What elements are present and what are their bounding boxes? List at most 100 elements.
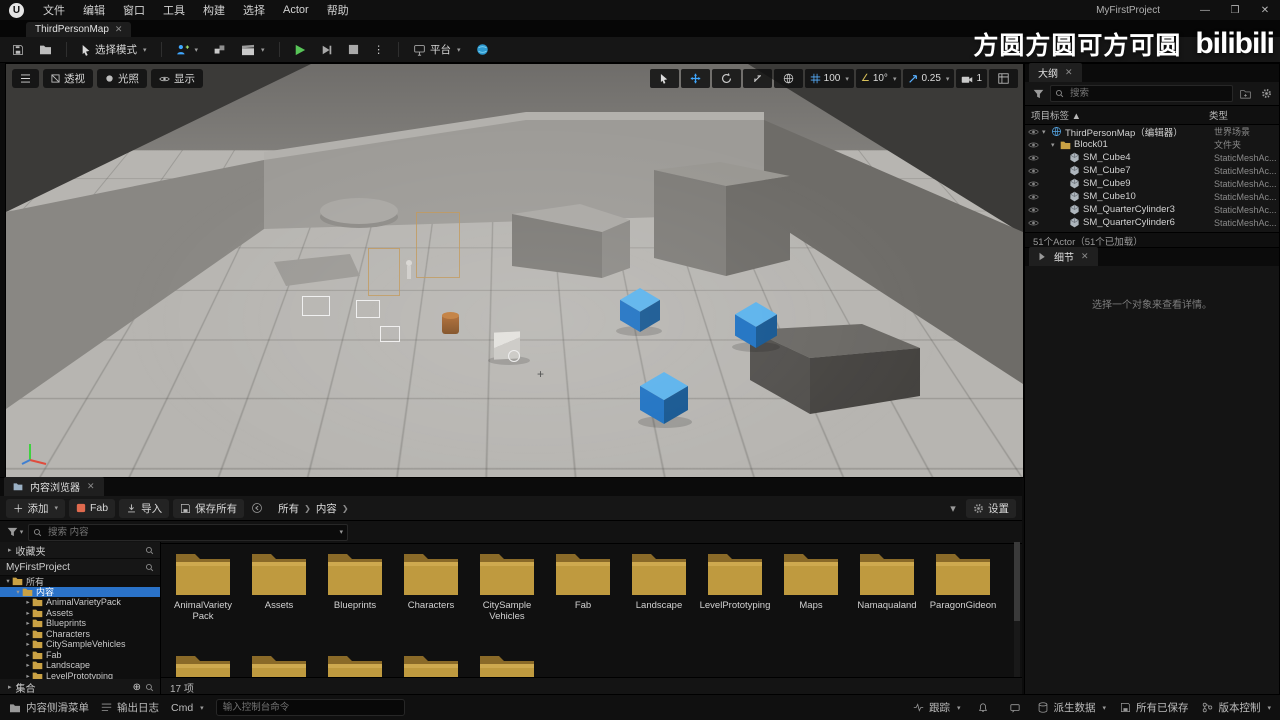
visibility-eye-icon[interactable] (1028, 154, 1042, 162)
expand-arrow-icon[interactable]: ▸ (24, 651, 32, 659)
tree-item-Landscape[interactable]: ▸ Landscape (0, 660, 160, 671)
collections-search-icon[interactable] (145, 683, 154, 692)
visibility-eye-icon[interactable] (1028, 180, 1042, 188)
expand-arrow-icon[interactable]: ▸ (24, 598, 32, 606)
outliner-search-input[interactable] (1068, 87, 1228, 100)
folder-item-Maps[interactable]: Maps (773, 542, 849, 622)
tree-item-Fab[interactable]: ▸ Fab (0, 650, 160, 661)
search-options-caret[interactable]: ▾ (339, 528, 343, 536)
maximize-viewport-button[interactable] (989, 69, 1018, 88)
outliner-header[interactable]: 项目标签 ▲ 类型 (1025, 105, 1279, 125)
folder-item-partial[interactable] (165, 644, 241, 678)
menu-item-Actor[interactable]: Actor (274, 0, 318, 20)
tab-close-icon[interactable]: ✕ (87, 481, 95, 492)
tab-close-icon[interactable]: ✕ (1081, 251, 1089, 262)
camera-speed-button[interactable]: 1 (956, 69, 987, 88)
blueprints-button[interactable] (207, 39, 232, 60)
rotate-tool-button[interactable] (711, 69, 741, 88)
menu-item-文件[interactable]: 文件 (34, 0, 74, 20)
select-tool-button[interactable] (649, 69, 679, 88)
filter-icon[interactable] (1029, 86, 1047, 101)
scale-tool-button[interactable] (742, 69, 772, 88)
revision-control-button[interactable]: 版本控制 ▾ (1202, 700, 1271, 715)
outliner-search-box[interactable] (1050, 85, 1233, 102)
history-back-icon[interactable] (248, 501, 266, 516)
folder-item-LevelPrototyping[interactable]: LevelPrototyping (697, 542, 773, 622)
cb-dropdown-caret[interactable]: ▾ (944, 501, 962, 516)
tree-item-AnimalVarietyPack[interactable]: ▸ AnimalVarietyPack (0, 597, 160, 608)
expand-arrow-icon[interactable]: ▸ (24, 640, 32, 648)
outliner-row-Block01[interactable]: ▾ Block01 文件夹 (1025, 138, 1279, 151)
launch-button[interactable] (470, 39, 495, 60)
rotation-snap-button[interactable]: ∠ 10° ▾ (855, 69, 902, 88)
platform-dropdown[interactable]: 平台 ▾ (407, 39, 467, 60)
console-command-input[interactable] (215, 699, 405, 716)
cb-search-box[interactable]: ▾ (28, 523, 348, 541)
tab-close-icon[interactable]: ✕ (1065, 67, 1073, 78)
menu-item-窗口[interactable]: 窗口 (114, 0, 154, 20)
add-collection-icon[interactable]: ⊕ (133, 682, 141, 693)
breadcrumb[interactable]: 所有 ❯ 内容 ❯ (278, 501, 348, 516)
maximize-button[interactable]: ❒ (1220, 0, 1250, 20)
menu-item-构建[interactable]: 构建 (194, 0, 234, 20)
folder-item-CitySampleVehicles[interactable]: CitySample Vehicles (469, 542, 545, 622)
outliner-row-SM_Cube9[interactable]: SM_Cube9 StaticMeshAc... (1025, 177, 1279, 190)
tree-item-CitySampleVehicles[interactable]: ▸ CitySampleVehicles (0, 639, 160, 650)
favorites-section[interactable]: ▸ 收藏夹 (0, 542, 160, 559)
tab-close-icon[interactable]: ✕ (115, 24, 123, 35)
folder-item-Assets[interactable]: Assets (241, 542, 317, 622)
show-dropdown[interactable]: 显示 (151, 69, 203, 88)
stop-button[interactable] (342, 39, 365, 60)
tree-item-所有[interactable]: ▾ 所有 (0, 576, 160, 587)
tree-item-Blueprints[interactable]: ▸ Blueprints (0, 618, 160, 629)
folder-item-Blueprints[interactable]: Blueprints (317, 542, 393, 622)
expand-arrow-icon[interactable]: ▸ (24, 630, 32, 638)
tree-item-内容[interactable]: ▾ 内容 (0, 586, 160, 597)
menu-item-选择[interactable]: 选择 (234, 0, 274, 20)
quick-add-button[interactable]: ▾ (170, 39, 205, 60)
cb-settings-button[interactable]: 设置 (966, 498, 1016, 518)
details-tab[interactable]: 细节 ✕ (1029, 247, 1098, 266)
lit-mode-dropdown[interactable]: 光照 (97, 69, 147, 88)
minimize-button[interactable]: — (1190, 0, 1220, 20)
level-tab[interactable]: ThirdPersonMap ✕ (26, 22, 132, 37)
expand-arrow-icon[interactable]: ▸ (24, 661, 32, 669)
outliner-row-SM_QuarterCylinder6[interactable]: SM_QuarterCylinder6 StaticMeshAc... (1025, 216, 1279, 229)
outliner-row-SM_Cube7[interactable]: SM_Cube7 StaticMeshAc... (1025, 164, 1279, 177)
project-search-icon[interactable] (145, 563, 154, 572)
derived-data-dropdown[interactable]: 派生数据 ▾ (1038, 700, 1106, 715)
folder-item-partial[interactable] (241, 644, 317, 678)
expand-arrow-icon[interactable]: ▾ (1042, 128, 1051, 136)
select-mode-dropdown[interactable]: 选择模式 ▾ (75, 39, 153, 60)
tree-item-Characters[interactable]: ▸ Characters (0, 629, 160, 640)
play-button[interactable] (288, 39, 312, 60)
messages-icon[interactable] (1006, 700, 1024, 715)
notifications-icon[interactable] (974, 700, 992, 715)
expand-arrow-icon[interactable]: ▾ (4, 577, 12, 585)
cb-scrollbar[interactable] (1014, 542, 1020, 678)
visibility-eye-icon[interactable] (1028, 193, 1042, 201)
visibility-eye-icon[interactable] (1028, 219, 1042, 227)
folder-item-AnimalVarietyPack[interactable]: AnimalVariety Pack (165, 542, 241, 622)
cmd-dropdown[interactable]: Cmd ▾ (171, 702, 204, 714)
content-browser-tab[interactable]: 内容浏览器 ✕ (4, 477, 104, 496)
viewport[interactable]: + Third Person Template 透视 光照 显示 (5, 63, 1024, 478)
folder-item-Namaqualand[interactable]: Namaqualand (849, 542, 925, 622)
cinematics-button[interactable]: ▾ (235, 39, 271, 60)
viewport-menu-button[interactable] (12, 69, 39, 88)
frame-skip-button[interactable] (315, 39, 339, 60)
content-drawer-button[interactable]: 内容侧滑菜单 (9, 700, 89, 715)
visibility-eye-icon[interactable] (1028, 128, 1042, 136)
expand-arrow-icon[interactable]: ▾ (14, 588, 22, 596)
outliner-row-SM_QuarterCylinder3[interactable]: SM_QuarterCylinder3 StaticMeshAc... (1025, 203, 1279, 216)
output-log-button[interactable]: 输出日志 (101, 700, 159, 715)
folder-item-partial[interactable] (317, 644, 393, 678)
grid-snap-button[interactable]: 100 ▾ (804, 69, 854, 88)
perspective-dropdown[interactable]: 透视 (43, 69, 93, 88)
world-space-button[interactable] (773, 69, 803, 88)
visibility-eye-icon[interactable] (1028, 167, 1042, 175)
tree-item-Assets[interactable]: ▸ Assets (0, 608, 160, 619)
folder-item-Landscape[interactable]: Landscape (621, 542, 697, 622)
folder-item-partial[interactable] (469, 644, 545, 678)
close-button[interactable]: ✕ (1250, 0, 1280, 20)
